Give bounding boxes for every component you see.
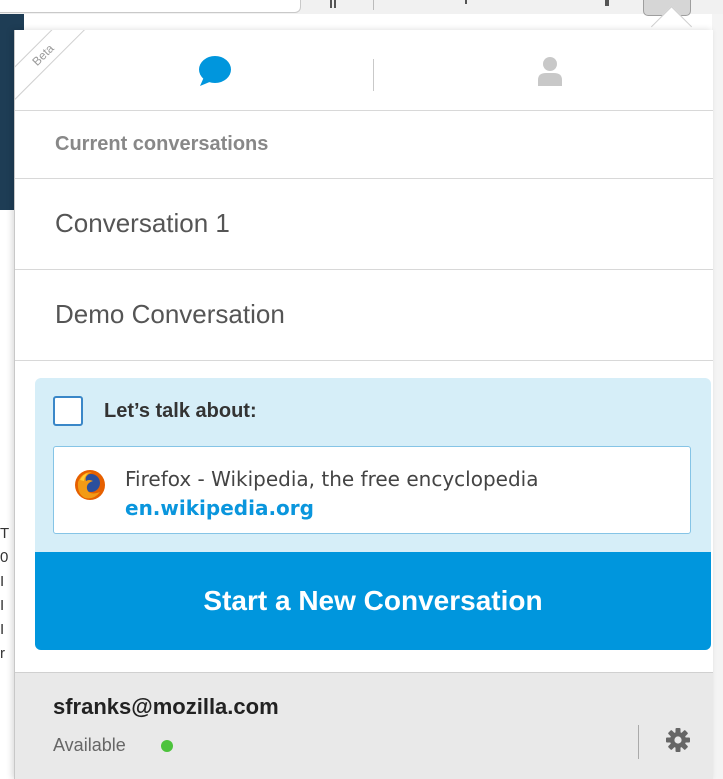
tab-divider: [373, 59, 374, 91]
chat-bubble-icon: [199, 56, 231, 86]
footer-divider: [638, 725, 639, 759]
firefox-logo-icon: [75, 470, 105, 500]
conversation-panel: Beta Current conversations Conversation …: [14, 30, 713, 779]
current-conversations-heading: Current conversations: [55, 133, 269, 155]
context-page-card: Firefox - Wikipedia, the free encycloped…: [53, 446, 691, 534]
browser-toolbar: [0, 0, 723, 16]
tab-contacts[interactable]: [375, 30, 713, 110]
panel-tabs: [15, 30, 713, 111]
context-checkbox[interactable]: [53, 396, 83, 426]
context-page-url[interactable]: en.wikipedia.org: [125, 496, 314, 520]
contact-person-icon: [538, 57, 562, 86]
context-checkbox-label: Let’s talk about:: [104, 400, 257, 422]
conversation-item[interactable]: Demo Conversation: [15, 270, 713, 361]
tab-rooms[interactable]: [35, 30, 375, 110]
background-page-text: T0IIIr: [0, 525, 10, 662]
context-page-title: Firefox - Wikipedia, the free encycloped…: [125, 467, 539, 491]
user-email: sfranks@mozilla.com: [53, 694, 279, 719]
conversation-label: Demo Conversation: [55, 299, 285, 329]
section-header: Current conversations: [15, 111, 713, 179]
start-conversation-button[interactable]: Start a New Conversation: [35, 552, 711, 650]
gear-icon[interactable]: [665, 727, 691, 753]
browser-url-bar[interactable]: [0, 0, 301, 13]
status-indicator: [161, 740, 173, 752]
background-page-edge: [712, 14, 723, 779]
account-footer: sfranks@mozilla.com Available: [15, 672, 713, 779]
context-box: Let’s talk about: Firefox - Wikipedia, t…: [35, 378, 711, 650]
conversation-item[interactable]: Conversation 1: [15, 179, 713, 270]
user-status: Available: [53, 735, 126, 755]
conversation-label: Conversation 1: [55, 208, 230, 238]
